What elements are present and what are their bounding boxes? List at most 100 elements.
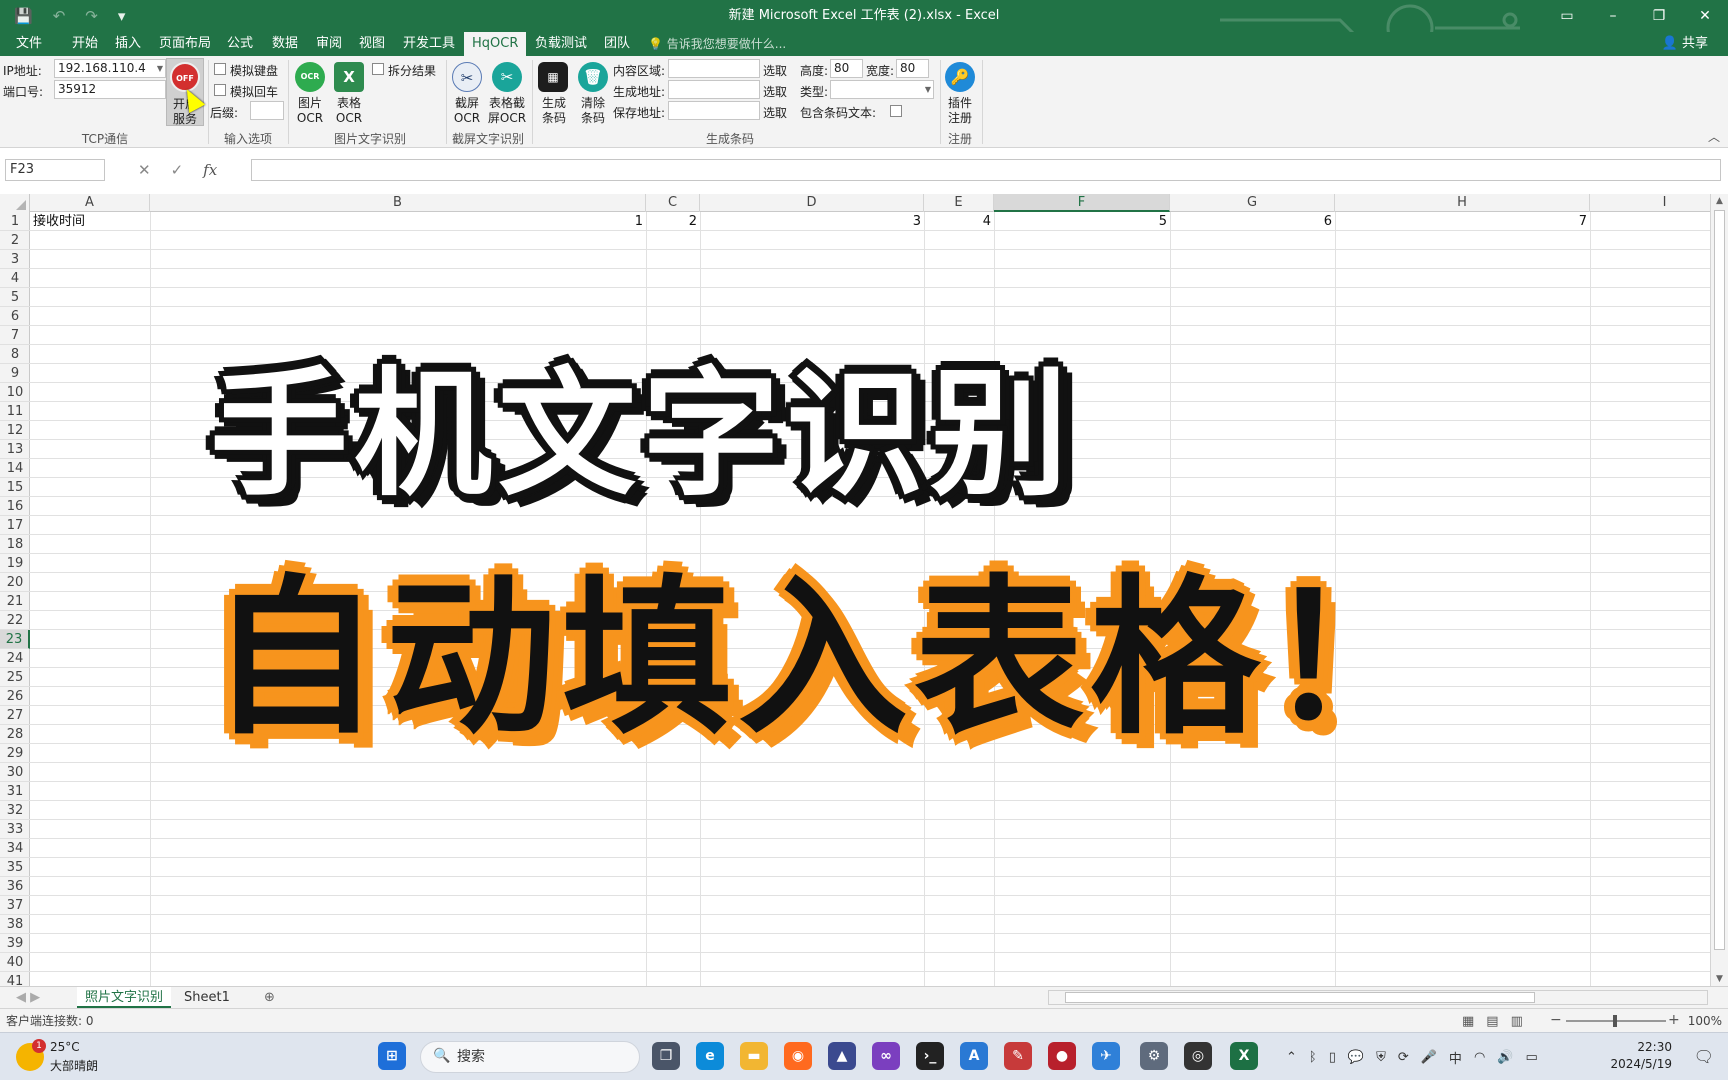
include-text-checkbox[interactable] <box>890 105 902 117</box>
scroll-down-arrow-icon[interactable]: ▼ <box>1711 972 1728 986</box>
settings-gear-icon[interactable]: ⚙ <box>1140 1042 1168 1070</box>
row-header[interactable]: 40 <box>0 953 30 972</box>
cell-h1[interactable]: 7 <box>1335 212 1587 231</box>
sim-enter-checkbox[interactable] <box>214 84 226 96</box>
column-header-d[interactable]: D <box>700 194 924 212</box>
ip-address-combo[interactable]: 192.168.110.4 ▼ <box>54 59 166 78</box>
row-header[interactable]: 7 <box>0 326 30 345</box>
ribbon-display-options-icon[interactable]: ▭ <box>1544 0 1590 32</box>
tab-insert[interactable]: 插入 <box>115 32 141 56</box>
row-header[interactable]: 14 <box>0 459 30 478</box>
row-header[interactable]: 5 <box>0 288 30 307</box>
pick-save-address-button[interactable]: 选取 <box>763 104 787 121</box>
notification-icon[interactable]: 🗨 <box>1694 1047 1714 1066</box>
sheet-tab-photo-ocr[interactable]: 照片文字识别 <box>77 987 172 1008</box>
row-header[interactable]: 21 <box>0 592 30 611</box>
row-header[interactable]: 22 <box>0 611 30 630</box>
port-input[interactable]: 35912 <box>54 80 166 99</box>
vertical-scrollbar[interactable]: ▲ ▼ <box>1710 194 1728 986</box>
terminal-icon[interactable]: ›_ <box>916 1042 944 1070</box>
tab-data[interactable]: 数据 <box>272 32 298 56</box>
cell-c1[interactable]: 2 <box>646 212 697 231</box>
row-header[interactable]: 15 <box>0 478 30 497</box>
insert-function-icon[interactable]: fx <box>203 161 217 179</box>
row-header[interactable]: 10 <box>0 383 30 402</box>
pick-content-button[interactable]: 选取 <box>763 62 787 79</box>
collapse-ribbon-icon[interactable]: ︿ <box>1708 128 1720 145</box>
formula-input[interactable] <box>251 159 1721 181</box>
clear-barcode-button[interactable]: 清除 条码 <box>573 96 613 126</box>
wifi-icon[interactable]: ◠ <box>1474 1050 1485 1065</box>
save-address-input[interactable] <box>668 101 760 120</box>
row-header[interactable]: 37 <box>0 896 30 915</box>
row-header[interactable]: 26 <box>0 687 30 706</box>
column-header-a[interactable]: A <box>30 194 150 212</box>
tab-developer[interactable]: 开发工具 <box>403 32 455 56</box>
column-header-f[interactable]: F <box>994 194 1170 212</box>
horizontal-scroll-thumb[interactable] <box>1065 992 1535 1003</box>
tab-review[interactable]: 审阅 <box>316 32 342 56</box>
add-sheet-icon[interactable]: ⊕ <box>256 987 283 1008</box>
zoom-level[interactable]: 100% <box>1688 1009 1722 1033</box>
column-header-g[interactable]: G <box>1170 194 1335 212</box>
row-header[interactable]: 23 <box>0 630 30 649</box>
name-box[interactable]: F23 <box>5 159 105 181</box>
table-ocr-button[interactable]: 表格 OCR <box>329 96 369 126</box>
edge-browser-icon[interactable]: e <box>696 1042 724 1070</box>
app-triangle-icon[interactable]: ▲ <box>828 1042 856 1070</box>
row-header[interactable]: 32 <box>0 801 30 820</box>
maximize-button[interactable]: ❐ <box>1636 0 1682 32</box>
suffix-input[interactable] <box>250 101 284 120</box>
row-header[interactable]: 2 <box>0 231 30 250</box>
row-header[interactable]: 36 <box>0 877 30 896</box>
row-header[interactable]: 8 <box>0 345 30 364</box>
row-header[interactable]: 9 <box>0 364 30 383</box>
tray-expand-icon[interactable]: ⌃ <box>1286 1050 1297 1065</box>
row-header[interactable]: 3 <box>0 250 30 269</box>
security-shield-icon[interactable]: ⛨ <box>1376 1050 1386 1065</box>
visual-studio-icon[interactable]: ∞ <box>872 1042 900 1070</box>
sheet-nav-arrows-icon[interactable]: ◀ ▶ <box>8 987 48 1008</box>
tab-team[interactable]: 团队 <box>604 32 630 56</box>
pick-gen-address-button[interactable]: 选取 <box>763 83 787 100</box>
vertical-scroll-thumb[interactable] <box>1714 210 1725 950</box>
height-input[interactable]: 80 <box>830 59 863 78</box>
task-view-icon[interactable]: ❐ <box>652 1042 680 1070</box>
row-header[interactable]: 19 <box>0 554 30 573</box>
row-header[interactable]: 41 <box>0 972 30 986</box>
cell-d1[interactable]: 3 <box>700 212 921 231</box>
row-header[interactable]: 20 <box>0 573 30 592</box>
volume-icon[interactable]: 🔊 <box>1497 1050 1513 1065</box>
sheet-tab-sheet1[interactable]: Sheet1 <box>176 987 238 1008</box>
zoom-slider[interactable] <box>1566 1015 1666 1027</box>
cell-f1[interactable]: 5 <box>994 212 1167 231</box>
typora-icon[interactable]: A <box>960 1042 988 1070</box>
row-header[interactable]: 16 <box>0 497 30 516</box>
snipping-tool-icon[interactable]: ✎ <box>1004 1042 1032 1070</box>
image-ocr-button[interactable]: 图片 OCR <box>290 96 330 126</box>
row-header[interactable]: 33 <box>0 820 30 839</box>
row-header[interactable]: 30 <box>0 763 30 782</box>
row-header[interactable]: 27 <box>0 706 30 725</box>
minimize-button[interactable]: – <box>1590 0 1636 32</box>
gen-address-input[interactable] <box>668 80 760 99</box>
content-area-input[interactable] <box>668 59 760 78</box>
start-menu-icon[interactable]: ⊞ <box>378 1042 406 1070</box>
select-all-corner[interactable] <box>0 194 30 212</box>
screen-ocr-button[interactable]: 截屏 OCR <box>447 96 487 126</box>
row-header[interactable]: 25 <box>0 668 30 687</box>
row-header[interactable]: 24 <box>0 649 30 668</box>
cell-b1[interactable]: 1 <box>150 212 643 231</box>
ime-indicator[interactable]: 中 <box>1449 1048 1462 1067</box>
view-mode-icons[interactable]: ▦▤▥ <box>1462 1014 1535 1029</box>
sync-icon[interactable]: ⟳ <box>1398 1050 1409 1065</box>
cell-a1[interactable]: 接收时间 <box>33 212 148 231</box>
weather-widget[interactable]: 1 25°C 大部晴朗 <box>16 1039 116 1075</box>
feishu-icon[interactable]: ✈ <box>1092 1042 1120 1070</box>
row-header[interactable]: 35 <box>0 858 30 877</box>
excel-taskbar-icon[interactable]: X <box>1230 1042 1258 1070</box>
column-header-h[interactable]: H <box>1335 194 1590 212</box>
close-button[interactable]: ✕ <box>1682 0 1728 32</box>
sim-keyboard-checkbox[interactable] <box>214 63 226 75</box>
cherry-app-icon[interactable]: ● <box>1048 1042 1076 1070</box>
